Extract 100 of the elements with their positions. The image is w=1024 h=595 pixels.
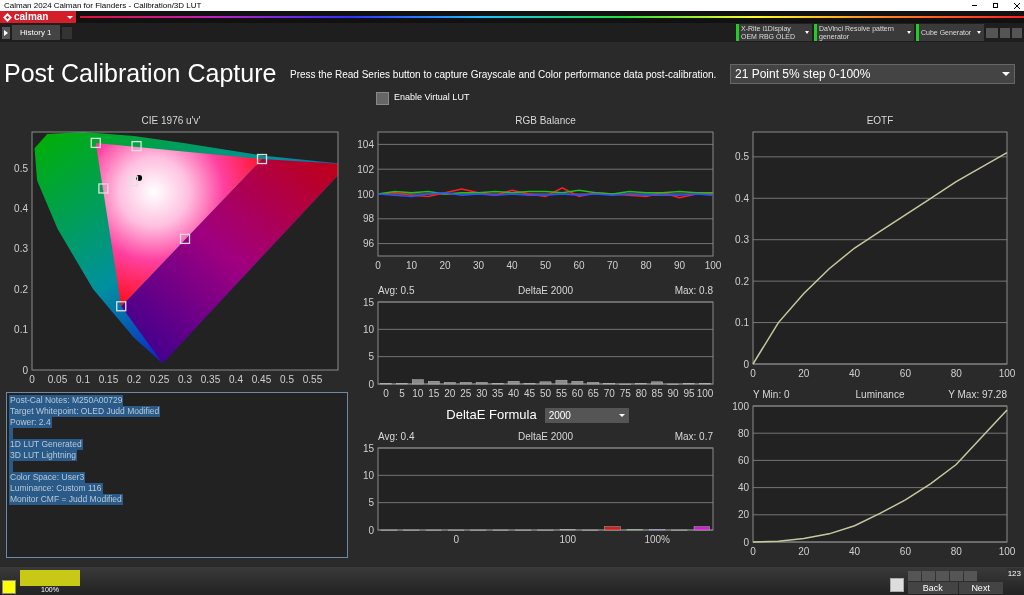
chart-title: CIE 1976 u'v'	[141, 116, 201, 126]
app-logo[interactable]: calman	[0, 11, 76, 23]
axis-tick-label: 100	[998, 368, 1016, 379]
target-marker	[127, 176, 139, 187]
counter-badge: 123	[1006, 568, 1022, 580]
chart-title: EOTF	[866, 116, 894, 126]
axis-tick-label: 0.05	[47, 374, 68, 385]
target-marker	[256, 153, 268, 165]
axis-tick-label: 0.4	[229, 374, 243, 385]
axis-tick-label: 0	[743, 358, 749, 370]
chart-stat: Max: 0.7	[673, 432, 713, 442]
toolbar-button[interactable]	[963, 571, 977, 581]
axis-tick-label: 20	[798, 546, 810, 557]
axis-tick-label: 0.3	[735, 234, 749, 246]
close-icon[interactable]	[1014, 2, 1020, 9]
page-title: Post Calibration Capture	[4, 58, 278, 90]
axis-tick-label: 60	[899, 546, 911, 557]
axis-tick-label: 0.55	[302, 374, 323, 385]
axis-tick-label: 0	[29, 374, 35, 385]
axis-tick-label: 70	[606, 260, 619, 271]
toolbar-button[interactable]	[921, 571, 935, 581]
axis-tick-label: 5	[399, 388, 405, 399]
axis-tick-label: 40	[506, 260, 518, 271]
maximize-icon[interactable]	[993, 3, 998, 8]
toolbar-button[interactable]	[1000, 27, 1010, 38]
window-title: Calman 2024 Calman for Flanders - Calibration/3D LUT	[4, 1, 203, 10]
chart-stat: Avg: 0.4	[378, 432, 416, 442]
play-button[interactable]	[2, 26, 10, 39]
axis-tick-label: 35	[492, 388, 504, 399]
formula-dropdown[interactable]: 2000	[544, 407, 629, 423]
color-swatch	[2, 580, 16, 594]
axis-tick-label: 0.1	[76, 374, 90, 385]
back-button[interactable]: Back	[907, 582, 958, 594]
axis-tick-label: 100	[732, 400, 749, 412]
axis-tick-label: 0.1	[14, 324, 28, 336]
axis-tick-label: 100	[696, 388, 714, 399]
axis-tick-label: 0.15	[98, 374, 119, 385]
caret-icon	[977, 31, 981, 34]
toolbar-button[interactable]	[1012, 27, 1022, 38]
axis-tick-label: 15	[362, 442, 374, 454]
axis-tick-label: 0.5	[280, 374, 294, 385]
axis-tick-label: 90	[667, 388, 679, 399]
axis-tick-label: 45	[524, 388, 536, 399]
axis-tick-label: 60	[573, 260, 585, 271]
axis-tick-label: 0.25	[149, 374, 170, 385]
chart-title: DeltaE 2000	[517, 432, 573, 442]
axis-tick-label: 5	[368, 497, 374, 509]
series-dropdown[interactable]: 21 Point 5% step 0-100%	[730, 64, 1015, 84]
axis-tick-label: 70	[603, 388, 615, 399]
axis-tick-label: 80	[950, 368, 962, 379]
target-marker	[179, 233, 191, 245]
axis-tick-label: 0	[750, 368, 756, 379]
toolbar-button[interactable]	[949, 571, 963, 581]
chart-stat: Max: 0.8	[673, 286, 713, 296]
toolbar-button[interactable]	[935, 571, 949, 581]
axis-tick-label: 104	[357, 138, 374, 150]
axis-tick-label: 98	[362, 213, 374, 225]
axis-tick-label: 80	[737, 427, 749, 439]
axis-tick-label: 85	[651, 388, 663, 399]
stop-icon[interactable]	[889, 578, 904, 592]
axis-tick-label: 65	[587, 388, 599, 399]
axis-tick-label: 25	[460, 388, 472, 399]
axis-tick-label: 0	[743, 536, 749, 548]
axis-tick-label: 10	[362, 469, 374, 481]
caret-icon	[805, 31, 809, 34]
instruction-text: Press the Read Series button to capture Grayscale and Color performance data post-calibration.	[290, 67, 718, 82]
chart-stat: Avg: 0.5	[378, 286, 416, 296]
axis-tick-label: 100	[998, 546, 1016, 557]
axis-tick-label: 40	[737, 482, 749, 494]
chart-title: RGB Balance	[515, 116, 576, 126]
axis-tick-label: 55	[555, 388, 567, 399]
history-tab[interactable]: History 1	[12, 25, 60, 40]
virtual-lut-checkbox[interactable]: Enable Virtual LUT	[376, 90, 725, 106]
axis-tick-label: 0.2	[14, 283, 28, 295]
target-marker	[90, 137, 101, 149]
axis-tick-label: 0	[750, 546, 756, 557]
axis-tick-label: 20	[737, 509, 749, 521]
axis-tick-label: 40	[849, 368, 861, 379]
axis-tick-label: 60	[899, 368, 911, 379]
axis-tick-label: 0	[383, 388, 389, 399]
axis-tick-label: 100	[559, 534, 577, 545]
caret-icon	[618, 413, 625, 417]
caret-icon	[67, 15, 73, 19]
axis-tick-label: 75	[619, 388, 631, 399]
axis-tick-label: 5	[368, 351, 374, 363]
data-bar	[604, 526, 621, 531]
axis-tick-label: 50	[539, 388, 552, 399]
axis-tick-label: 0.1	[735, 317, 749, 329]
chart-stat: Y Min: 0	[753, 390, 791, 400]
axis-tick-label: 0	[368, 378, 374, 390]
axis-tick-label: 0.3	[178, 374, 192, 385]
axis-tick-label: 0	[375, 260, 381, 271]
checkbox[interactable]	[376, 91, 389, 105]
add-tab-button[interactable]	[61, 26, 72, 39]
next-button[interactable]: Next	[958, 582, 1003, 594]
axis-tick-label: 0.2	[735, 275, 749, 287]
axis-tick-label: 30	[472, 260, 485, 271]
caret-icon	[907, 31, 911, 34]
toolbar-button[interactable]	[986, 27, 998, 38]
axis-tick-label: 20	[798, 368, 810, 379]
